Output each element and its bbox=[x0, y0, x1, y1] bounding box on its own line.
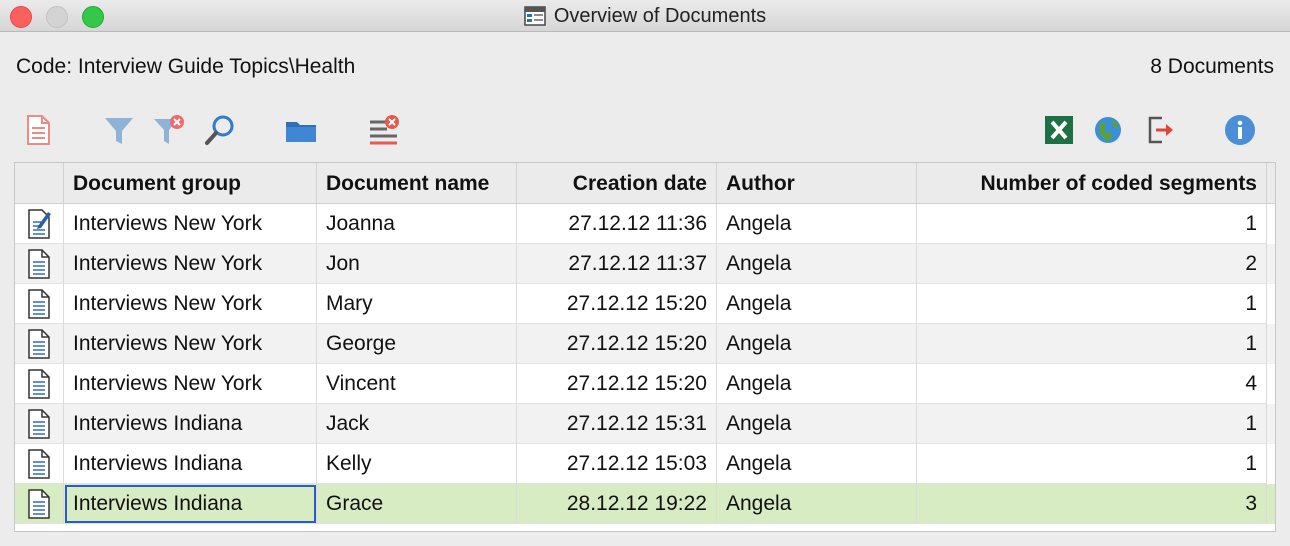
cell-document-group[interactable]: Interviews Indiana bbox=[64, 484, 317, 524]
folder-icon[interactable] bbox=[283, 112, 319, 148]
cell-document-group[interactable]: Interviews New York bbox=[64, 324, 317, 364]
cell-document-name[interactable]: Joanna bbox=[317, 204, 517, 244]
cell-document-name[interactable]: Jack bbox=[317, 404, 517, 444]
table-row[interactable]: Interviews Indiana Grace 28.12.12 19:22 Ang… bbox=[15, 484, 1275, 524]
text-document-icon[interactable] bbox=[15, 324, 64, 364]
globe-icon[interactable] bbox=[1090, 112, 1126, 148]
export-icon[interactable] bbox=[1143, 112, 1179, 148]
cell-document-group[interactable]: Interviews New York bbox=[64, 284, 317, 324]
documents-table: Document group Document name Creation da… bbox=[14, 162, 1276, 532]
table-row[interactable]: Interviews New York Jon 27.12.12 11:37 Ange… bbox=[15, 244, 1275, 284]
cell-author[interactable]: Angela bbox=[717, 404, 917, 444]
cell-document-group[interactable]: Interviews New York bbox=[64, 244, 317, 284]
cell-document-name[interactable]: Vincent bbox=[317, 364, 517, 404]
cell-author[interactable]: Angela bbox=[717, 284, 917, 324]
memo-document-icon[interactable] bbox=[15, 204, 64, 244]
text-document-icon[interactable] bbox=[15, 484, 64, 524]
filter-icon[interactable] bbox=[101, 112, 137, 148]
cell-coded-segments[interactable]: 1 bbox=[917, 444, 1267, 484]
cell-coded-segments[interactable]: 1 bbox=[917, 204, 1267, 244]
document-icon[interactable] bbox=[20, 112, 56, 148]
title-group: Overview of Documents bbox=[0, 0, 1290, 32]
header-document-group[interactable]: Document group bbox=[64, 163, 317, 204]
cell-creation-date[interactable]: 27.12.12 15:20 bbox=[517, 364, 717, 404]
cell-document-name[interactable]: Jon bbox=[317, 244, 517, 284]
header-creation-date[interactable]: Creation date bbox=[517, 163, 717, 204]
cell-document-name[interactable]: Mary bbox=[317, 284, 517, 324]
cell-coded-segments[interactable]: 2 bbox=[917, 244, 1267, 284]
table-row[interactable]: Interviews Indiana Kelly 27.12.12 15:03 Ang… bbox=[15, 444, 1275, 484]
cell-creation-date[interactable]: 27.12.12 11:36 bbox=[517, 204, 717, 244]
text-document-icon[interactable] bbox=[15, 364, 64, 404]
cell-document-name[interactable]: Kelly bbox=[317, 444, 517, 484]
cell-coded-segments[interactable]: 1 bbox=[917, 404, 1267, 444]
cell-author[interactable]: Angela bbox=[717, 324, 917, 364]
cell-document-group[interactable]: Interviews Indiana bbox=[64, 444, 317, 484]
header-icon-column[interactable] bbox=[15, 163, 64, 204]
header-document-name[interactable]: Document name bbox=[317, 163, 517, 204]
header-author[interactable]: Author bbox=[717, 163, 917, 204]
cell-coded-segments[interactable]: 1 bbox=[917, 284, 1267, 324]
table-row[interactable]: Interviews New York Vincent 27.12.12 15:20… bbox=[15, 364, 1275, 404]
table-header: Document group Document name Creation da… bbox=[15, 163, 1275, 204]
table-row[interactable]: Interviews Indiana Jack 27.12.12 15:31 Ange… bbox=[15, 404, 1275, 444]
excel-icon[interactable] bbox=[1041, 112, 1077, 148]
cell-document-group[interactable]: Interviews New York bbox=[64, 204, 317, 244]
cell-coded-segments[interactable]: 4 bbox=[917, 364, 1267, 404]
title-bar: Overview of Documents bbox=[0, 0, 1290, 32]
cell-document-group[interactable]: Interviews New York bbox=[64, 364, 317, 404]
cell-creation-date[interactable]: 28.12.12 19:22 bbox=[517, 484, 717, 524]
cell-author[interactable]: Angela bbox=[717, 444, 917, 484]
cell-author[interactable]: Angela bbox=[717, 364, 917, 404]
search-icon[interactable] bbox=[202, 112, 238, 148]
table-row[interactable]: Interviews New York Mary 27.12.12 15:20 Ang… bbox=[15, 284, 1275, 324]
cell-creation-date[interactable]: 27.12.12 15:31 bbox=[517, 404, 717, 444]
code-label: Code: Interview Guide Topics\Health bbox=[16, 55, 356, 78]
window-title: Overview of Documents bbox=[553, 4, 767, 27]
cell-document-name[interactable]: George bbox=[317, 324, 517, 364]
header-number-of-coded-segments[interactable]: Number of coded segments bbox=[917, 163, 1267, 204]
table-row[interactable]: Interviews New York George 27.12.12 15:20 A… bbox=[15, 324, 1275, 364]
cell-author[interactable]: Angela bbox=[717, 484, 917, 524]
cell-author[interactable]: Angela bbox=[717, 244, 917, 284]
table-row[interactable]: Interviews New York Joanna 27.12.12 11:36 A… bbox=[15, 204, 1275, 244]
cell-coded-segments[interactable]: 1 bbox=[917, 324, 1267, 364]
document-count: 8 Documents bbox=[1150, 55, 1274, 78]
cell-creation-date[interactable]: 27.12.12 11:37 bbox=[517, 244, 717, 284]
text-document-icon[interactable] bbox=[15, 444, 64, 484]
cell-coded-segments[interactable]: 3 bbox=[917, 484, 1267, 524]
text-document-icon[interactable] bbox=[15, 244, 64, 284]
text-document-icon[interactable] bbox=[15, 404, 64, 444]
text-document-icon[interactable] bbox=[15, 284, 64, 324]
cell-document-name[interactable]: Grace bbox=[317, 484, 517, 524]
cell-creation-date[interactable]: 27.12.12 15:20 bbox=[517, 324, 717, 364]
cell-document-group[interactable]: Interviews Indiana bbox=[64, 404, 317, 444]
cell-author[interactable]: Angela bbox=[717, 204, 917, 244]
cell-creation-date[interactable]: 27.12.12 15:03 bbox=[517, 444, 717, 484]
list-remove-icon[interactable] bbox=[366, 112, 402, 148]
overview-window: Overview of Documents Code: Interview Gu… bbox=[0, 0, 1290, 546]
info-icon[interactable] bbox=[1222, 112, 1258, 148]
table-overview-icon bbox=[524, 6, 546, 26]
cell-creation-date[interactable]: 27.12.12 15:20 bbox=[517, 284, 717, 324]
filter-clear-icon[interactable] bbox=[151, 112, 187, 148]
